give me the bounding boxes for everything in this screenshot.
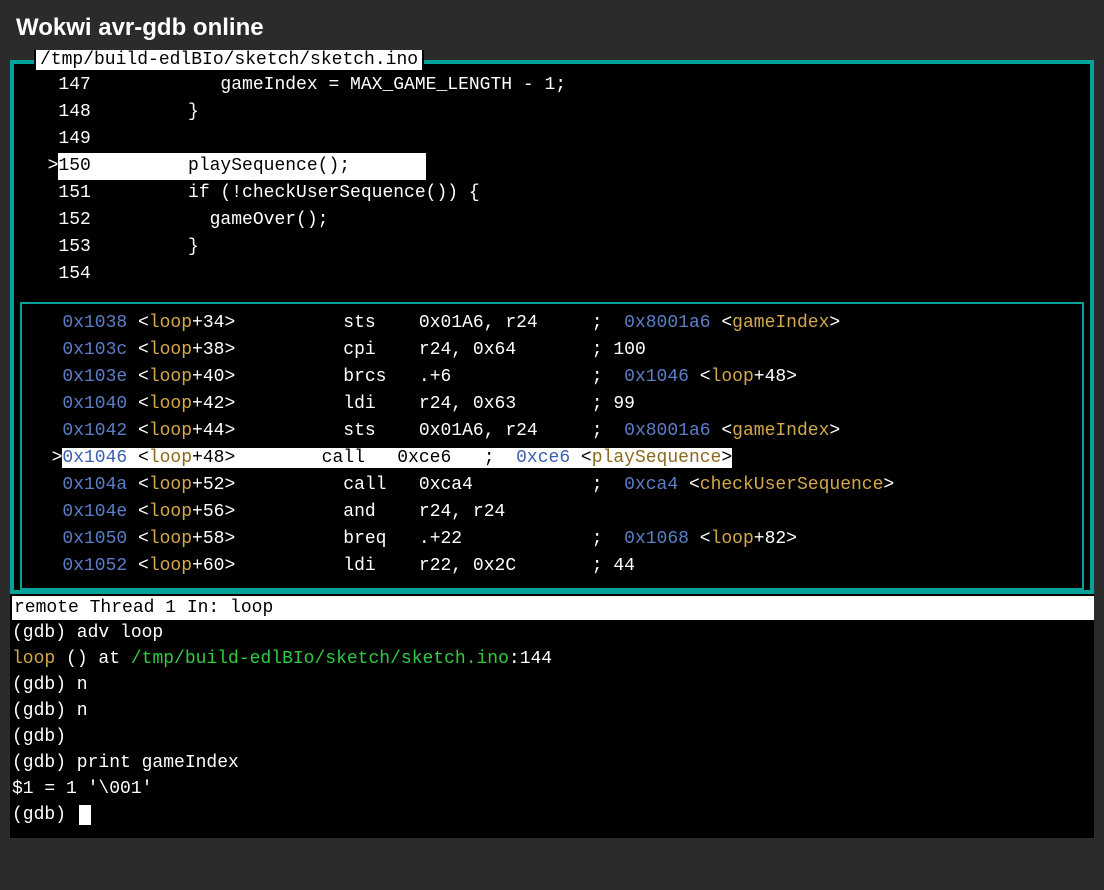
thread-status-line: remote Thread 1 In: loop: [12, 596, 1094, 620]
console-line: (gdb) n: [12, 698, 1094, 724]
console-line: (gdb) adv loop: [12, 620, 1094, 646]
asm-line: 0x103c <loop+38> cpi r24, 0x64 ; 100: [30, 337, 1074, 364]
asm-line: 0x1038 <loop+34> sts 0x01A6, r24 ; 0x800…: [30, 310, 1074, 337]
source-line: 149: [26, 126, 1078, 153]
asm-line: 0x104e <loop+56> and r24, r24: [30, 499, 1074, 526]
gdb-console[interactable]: remote Thread 1 In: loop (gdb) adv loopl…: [10, 594, 1094, 838]
console-line: $1 = 1 '\001': [12, 776, 1094, 802]
source-line: 151 if (!checkUserSequence()) {: [26, 180, 1078, 207]
asm-line: 0x1050 <loop+58> breq .+22 ; 0x1068 <loo…: [30, 526, 1074, 553]
source-file-label: /tmp/build-edlBIo/sketch/sketch.ino: [36, 50, 422, 70]
page-title: Wokwi avr-gdb online: [16, 14, 1088, 42]
source-line: 153 }: [26, 234, 1078, 261]
asm-frame: 0x1038 <loop+34> sts 0x01A6, r24 ; 0x800…: [20, 302, 1084, 590]
asm-line: 0x1042 <loop+44> sts 0x01A6, r24 ; 0x800…: [30, 418, 1074, 445]
source-listing[interactable]: 147 gameIndex = MAX_GAME_LENGTH - 1; 148…: [20, 72, 1084, 298]
console-line: (gdb): [12, 802, 1094, 828]
asm-listing[interactable]: 0x1038 <loop+34> sts 0x01A6, r24 ; 0x800…: [30, 310, 1074, 580]
source-line-current: >150 playSequence();: [26, 153, 1078, 180]
source-line: 152 gameOver();: [26, 207, 1078, 234]
console-line: (gdb) print gameIndex: [12, 750, 1094, 776]
asm-line: 0x1052 <loop+60> ldi r22, 0x2C ; 44: [30, 553, 1074, 580]
asm-line-current: >0x1046 <loop+48> call 0xce6 ; 0xce6 <pl…: [30, 445, 1074, 472]
console-line: (gdb) n: [12, 672, 1094, 698]
console-line: loop () at /tmp/build-edlBIo/sketch/sket…: [12, 646, 1094, 672]
source-frame: /tmp/build-edlBIo/sketch/sketch.ino 147 …: [10, 60, 1094, 594]
source-line: 154: [26, 261, 1078, 288]
asm-line: 0x103e <loop+40> brcs .+6 ; 0x1046 <loop…: [30, 364, 1074, 391]
gdb-window: /tmp/build-edlBIo/sketch/sketch.ino 147 …: [10, 60, 1094, 594]
cursor: [79, 805, 91, 825]
console-line: (gdb): [12, 724, 1094, 750]
asm-line: 0x1040 <loop+42> ldi r24, 0x63 ; 99: [30, 391, 1074, 418]
asm-line: 0x104a <loop+52> call 0xca4 ; 0xca4 <che…: [30, 472, 1074, 499]
frame-label-wrap: /tmp/build-edlBIo/sketch/sketch.ino: [34, 50, 424, 70]
source-line: 148 }: [26, 99, 1078, 126]
console-output: (gdb) adv looploop () at /tmp/build-edlB…: [12, 620, 1094, 828]
source-line: 147 gameIndex = MAX_GAME_LENGTH - 1;: [26, 72, 1078, 99]
